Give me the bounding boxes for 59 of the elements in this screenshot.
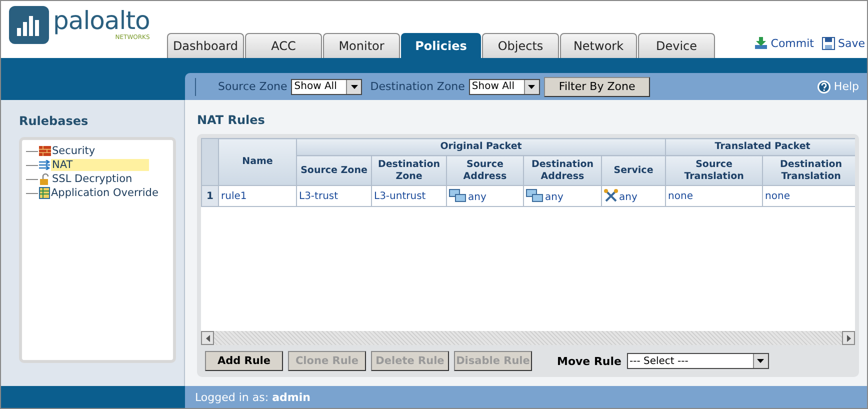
- column-header: Destination Zone: [372, 156, 446, 186]
- move-rule-label: Move Rule: [557, 354, 622, 368]
- tree-item[interactable]: NAT: [51, 159, 149, 171]
- table-cell: none: [666, 186, 763, 206]
- horizontal-scrollbar[interactable]: [201, 331, 855, 345]
- column-header: Name: [218, 138, 296, 186]
- header-link[interactable]: Save: [838, 36, 865, 50]
- nav-tab[interactable]: Monitor: [323, 33, 400, 58]
- filter-label: Source Zone: [218, 80, 288, 93]
- zone-dropdown[interactable]: Show All: [291, 78, 362, 94]
- right-arrow-icon: [846, 334, 850, 342]
- filter-label: Destination Zone: [370, 80, 465, 93]
- table-cell: L3-untrust: [372, 186, 446, 206]
- tree-item[interactable]: Application Override: [50, 187, 160, 199]
- caret-icon: [757, 359, 764, 363]
- filter-button[interactable]: Filter By Zone: [544, 76, 650, 96]
- nav-tab[interactable]: Policies: [401, 33, 481, 58]
- column-header: Source Zone: [296, 156, 372, 186]
- action-button[interactable]: Add Rule: [205, 351, 283, 371]
- tools-icon: [604, 189, 618, 203]
- nav-tab[interactable]: Device: [638, 33, 715, 58]
- group-header: Translated Packet: [666, 138, 855, 156]
- sidebar-title: Rulebases: [19, 114, 90, 128]
- arrows-icon: [39, 160, 51, 170]
- header-link[interactable]: Commit: [770, 36, 814, 50]
- login-status: Logged in as: admin: [195, 390, 310, 404]
- computers-icon: [449, 189, 467, 203]
- help-icon: [816, 80, 831, 94]
- computers-icon: [526, 189, 544, 203]
- brand-name: paloalto: [53, 8, 150, 34]
- left-arrow-icon: [206, 334, 210, 342]
- nav-tab[interactable]: Dashboard: [167, 33, 244, 58]
- section-title: NAT Rules: [197, 113, 266, 127]
- padlock-icon: [39, 173, 51, 185]
- tree-item[interactable]: SSL Decryption: [51, 173, 134, 185]
- column-header: Destination Address: [524, 156, 602, 186]
- column-header: Source Address: [446, 156, 524, 186]
- grid-icon: [39, 187, 50, 199]
- group-header: Original Packet: [296, 138, 666, 156]
- brick-wall-icon: [39, 146, 51, 156]
- table-cell: any: [619, 192, 638, 203]
- logo-icon: [9, 6, 49, 44]
- caret-icon: [528, 84, 536, 88]
- table-cell: L3-trust: [296, 186, 372, 206]
- rule-name-link[interactable]: rule1: [218, 186, 296, 206]
- table-cell: any: [545, 192, 564, 203]
- caret-icon: [350, 84, 358, 88]
- zone-dropdown[interactable]: Show All: [468, 78, 540, 94]
- column-header: Service: [602, 156, 666, 186]
- nav-tab[interactable]: Objects: [482, 33, 559, 58]
- column-header: Source Translation: [666, 156, 763, 186]
- column-header: Destination Translation: [762, 156, 855, 186]
- tree-item[interactable]: Security: [51, 145, 96, 157]
- nav-tab[interactable]: Network: [560, 33, 637, 58]
- nav-tab[interactable]: ACC: [245, 33, 322, 58]
- row-number: 1: [202, 186, 218, 206]
- download-icon: [754, 36, 768, 50]
- table-cell: any: [468, 192, 486, 203]
- move-rule-dropdown[interactable]: --- Select ---: [626, 353, 768, 369]
